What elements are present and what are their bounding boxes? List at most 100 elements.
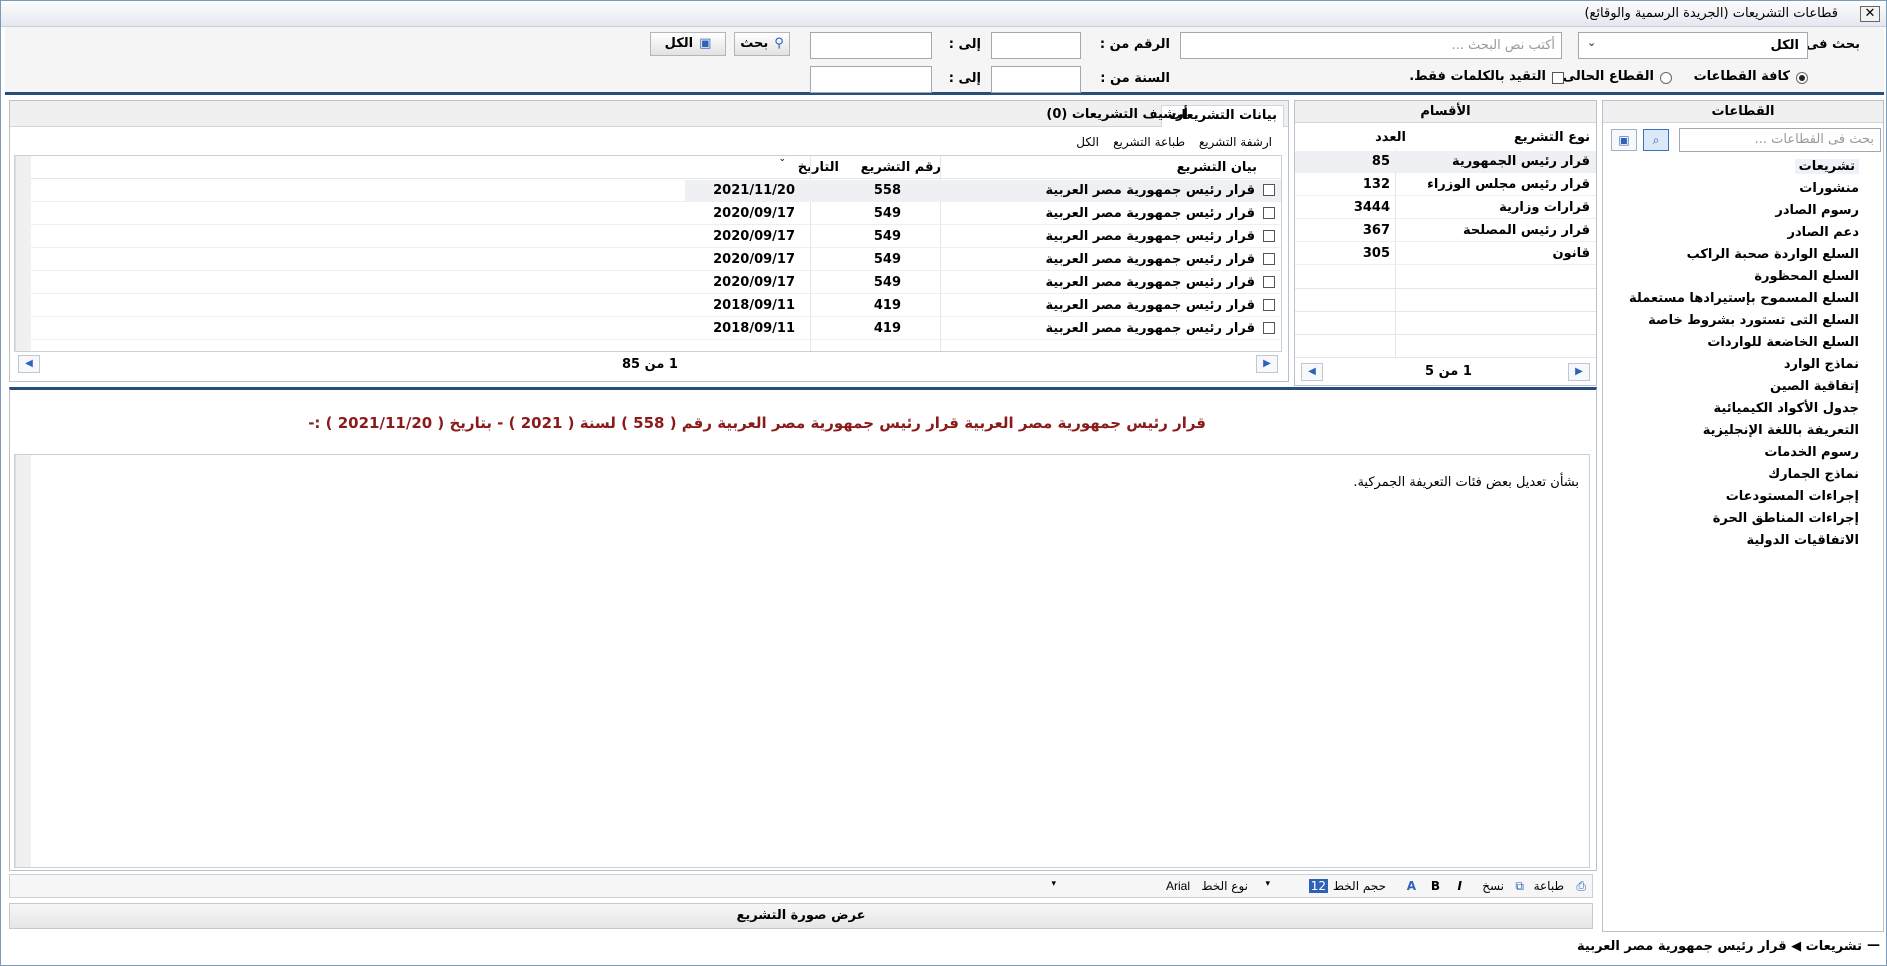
row-statement: قرار رئيس جمهورية مصر العربية xyxy=(1045,183,1255,198)
row-checkbox[interactable] xyxy=(1263,207,1275,219)
search-text-input[interactable]: أكتب نص البحث ... xyxy=(1180,32,1562,59)
legislation-next-icon[interactable]: ▶ xyxy=(1256,355,1278,373)
section-row[interactable]: قرار رئيس الجمهورية 85 xyxy=(1295,151,1596,173)
table-row[interactable]: قرار رئيس جمهورية مصر العربية 558 2021/11/… xyxy=(31,180,1281,202)
legislation-prev-icon[interactable]: ◀ xyxy=(18,355,40,373)
number-from-input[interactable] xyxy=(991,32,1081,59)
sector-item[interactable]: نماذج الوارد xyxy=(1784,357,1859,372)
year-from-label: السنة من : xyxy=(1100,71,1170,86)
format-toolbar: طباعة ⎙ نسخ ⧉ I B A حجم الخط 12 ▾ نوع ال… xyxy=(9,874,1593,898)
row-checkbox[interactable] xyxy=(1263,184,1275,196)
row-statement: قرار رئيس جمهورية مصر العربية xyxy=(1045,229,1255,244)
window-title: قطاعات التشريعات (الجريدة الرسمية والوقا… xyxy=(1584,6,1838,21)
grid-header-line xyxy=(15,178,1281,179)
grid-row-line xyxy=(1295,334,1596,335)
legislation-panel: بيانات التشريعات أرشيف التشريعات (0) ارش… xyxy=(9,100,1289,382)
exact-words-checkbox[interactable] xyxy=(1552,72,1564,84)
number-to-input[interactable] xyxy=(810,32,932,59)
sector-item[interactable]: التعريفة باللغة الإنجليزية xyxy=(1703,423,1859,438)
show-image-button[interactable]: عرض صورة التشريع xyxy=(9,903,1593,929)
sectors-search-input[interactable]: بحث فى القطاعات ... xyxy=(1679,128,1881,152)
sections-next-icon[interactable]: ▶ xyxy=(1568,363,1590,381)
row-checkbox[interactable] xyxy=(1263,276,1275,288)
search-in-value: الكل xyxy=(1770,38,1799,53)
font-type-value[interactable]: Arial xyxy=(1166,879,1190,893)
italic-button[interactable]: I xyxy=(1458,879,1462,893)
sector-item[interactable]: رسوم الخدمات xyxy=(1764,445,1859,460)
tab-legislation-archive[interactable]: أرشيف التشريعات (0) xyxy=(1046,107,1188,122)
row-date: 2021/11/20 xyxy=(713,183,795,198)
all-link[interactable]: الكل xyxy=(1076,135,1099,149)
sector-item[interactable]: إجراءات المناطق الحرة xyxy=(1713,511,1859,526)
col-statement-header: بيان التشريع xyxy=(1176,160,1257,175)
row-checkbox[interactable] xyxy=(1263,253,1275,265)
section-row[interactable]: قرار رئيس المصلحة 367 xyxy=(1295,220,1596,242)
row-checkbox[interactable] xyxy=(1263,230,1275,242)
font-type-dropdown-icon[interactable]: ▾ xyxy=(1051,879,1056,889)
row-date: 2018/09/11 xyxy=(713,298,795,313)
legislation-heading: قرار رئيس جمهورية مصر العربية قرار رئيس … xyxy=(308,414,1206,432)
table-row[interactable]: قرار رئيس جمهورية مصر العربية 549 2020/09/… xyxy=(31,203,1281,225)
sector-item[interactable]: السلع الخاضعة للواردات xyxy=(1707,335,1859,350)
sector-item[interactable]: السلع المسموح بإستيرادها مستعملة xyxy=(1629,291,1859,306)
table-row[interactable]: قرار رئيس جمهورية مصر العربية 419 2018/09/… xyxy=(31,295,1281,317)
sector-item[interactable]: نماذج الجمارك xyxy=(1768,467,1859,482)
radio-all-sectors[interactable] xyxy=(1796,72,1808,84)
table-row[interactable]: قرار رئيس جمهورية مصر العربية 549 2020/09/… xyxy=(31,226,1281,248)
sector-item[interactable]: دعم الصادر xyxy=(1788,225,1859,240)
status-breadcrumb: تشريعات ◀ قرار رئيس جمهورية مصر العربية xyxy=(1577,939,1862,954)
search-in-select[interactable]: الكل ⌄ xyxy=(1578,32,1808,59)
sections-prev-icon[interactable]: ◀ xyxy=(1301,363,1323,381)
legislation-scrollbar[interactable] xyxy=(15,156,31,351)
body-scrollbar[interactable] xyxy=(15,455,31,867)
binoculars-icon: ⚲ xyxy=(774,36,784,51)
find-sector-icon[interactable]: ⌕ xyxy=(1643,129,1669,151)
sector-item[interactable]: رسوم الصادر xyxy=(1775,203,1859,218)
row-statement: قرار رئيس جمهورية مصر العربية xyxy=(1045,206,1255,221)
year-from-input[interactable] xyxy=(991,66,1081,93)
row-checkbox[interactable] xyxy=(1263,299,1275,311)
copy-label[interactable]: نسخ xyxy=(1482,879,1504,893)
detail-panel: قرار رئيس جمهورية مصر العربية قرار رئيس … xyxy=(9,387,1597,871)
row-statement: قرار رئيس جمهورية مصر العربية xyxy=(1045,252,1255,267)
row-date: 2020/09/17 xyxy=(713,206,795,221)
sector-item[interactable]: الاتفاقيات الدولية xyxy=(1746,533,1859,548)
row-checkbox[interactable] xyxy=(1263,322,1275,334)
clear-sector-icon[interactable]: ▣ xyxy=(1611,129,1637,151)
sector-item[interactable]: منشورات xyxy=(1799,181,1859,196)
number-to-label: إلى : xyxy=(948,37,981,52)
font-size-dropdown-icon[interactable]: ▾ xyxy=(1265,879,1270,889)
radio-current-sector[interactable] xyxy=(1660,72,1672,84)
sector-item[interactable]: السلع المحظورة xyxy=(1754,269,1859,284)
copy-icon[interactable]: ⧉ xyxy=(1515,879,1524,894)
table-row[interactable]: قرار رئيس جمهورية مصر العربية 549 2020/09/… xyxy=(31,272,1281,294)
section-type: قرارات وزارية xyxy=(1499,200,1590,215)
section-row[interactable]: قرارات وزارية 3444 xyxy=(1295,197,1596,219)
font-size-input[interactable]: 12 xyxy=(1308,879,1328,893)
printer-icon[interactable]: ⎙ xyxy=(1576,879,1586,894)
sector-item[interactable]: جدول الأكواد الكيميائية xyxy=(1714,401,1859,416)
section-count: 85 xyxy=(1371,154,1390,169)
close-icon[interactable]: ✕ xyxy=(1860,6,1880,22)
section-row[interactable]: قانون 305 xyxy=(1295,243,1596,265)
section-row[interactable]: قرار رئيس مجلس الوزراء 132 xyxy=(1295,174,1596,196)
table-row[interactable]: قرار رئيس جمهورية مصر العربية 419 2018/09/… xyxy=(31,318,1281,340)
bold-button[interactable]: B xyxy=(1431,879,1440,893)
sector-item[interactable]: إتفاقية الصين xyxy=(1770,379,1859,394)
sector-item[interactable]: السلع الواردة صحبة الراكب xyxy=(1687,247,1859,262)
all-button[interactable]: ▣ الكل xyxy=(650,32,726,56)
print-label[interactable]: طباعة xyxy=(1534,879,1564,893)
table-row[interactable]: قرار رئيس جمهورية مصر العربية 549 2020/09/… xyxy=(31,249,1281,271)
sector-item[interactable]: إجراءات المستودعات xyxy=(1726,489,1859,504)
font-color-icon[interactable]: A xyxy=(1407,879,1416,893)
row-number: 549 xyxy=(873,206,901,221)
year-to-input[interactable] xyxy=(810,66,932,93)
print-link[interactable]: طباعة التشريع xyxy=(1113,135,1185,149)
title-bar: قطاعات التشريعات (الجريدة الرسمية والوقا… xyxy=(1,1,1886,27)
search-button[interactable]: ⚲ بحث xyxy=(734,32,790,56)
sections-header: الأقسام xyxy=(1295,101,1596,123)
sector-item[interactable]: تشريعات xyxy=(1794,159,1859,174)
section-type: قرار رئيس الجمهورية xyxy=(1451,154,1590,169)
archive-link[interactable]: ارشفة التشريع xyxy=(1199,135,1272,149)
sector-item[interactable]: السلع التى تستورد بشروط خاصة xyxy=(1648,313,1859,328)
